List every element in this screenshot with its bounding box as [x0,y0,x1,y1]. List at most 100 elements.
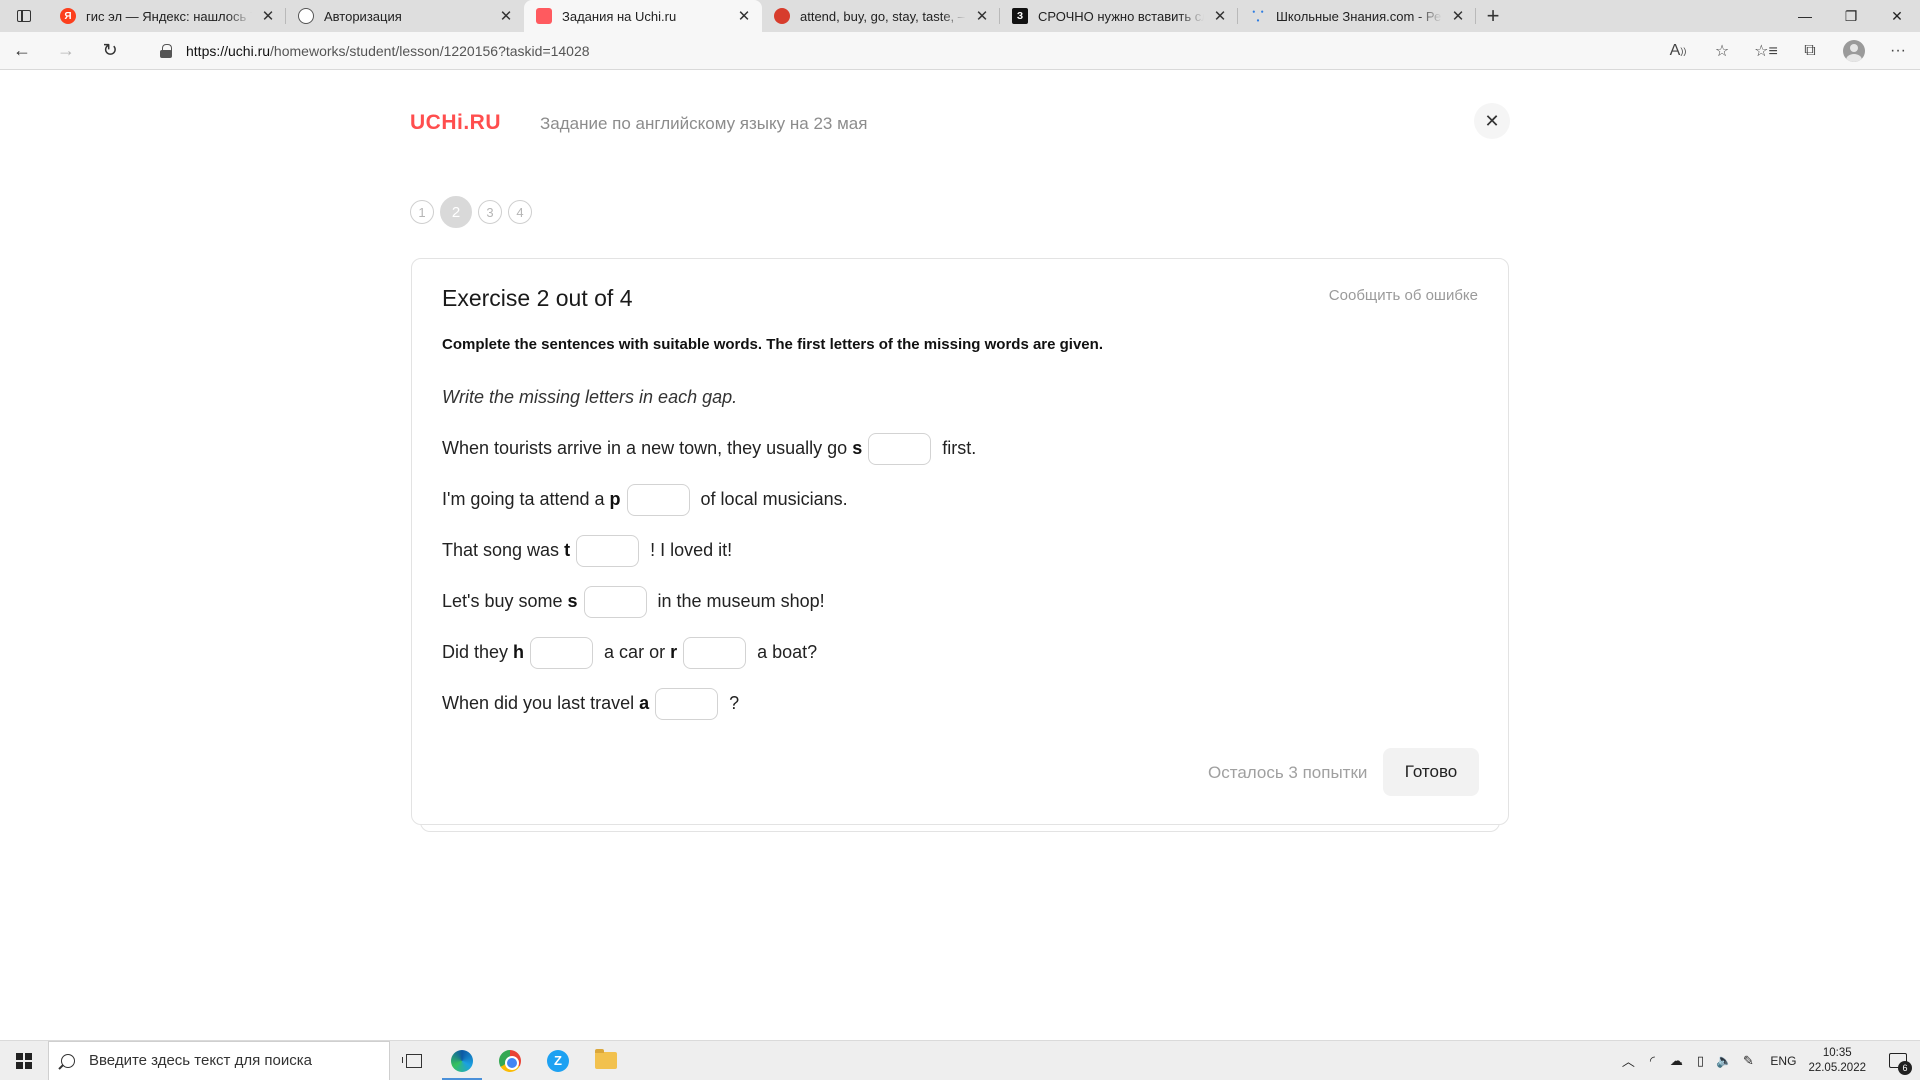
tab-actions-button[interactable] [0,0,48,32]
taskbar-search[interactable]: Введите здесь текст для поиска [48,1040,390,1080]
gap-input-5a[interactable] [530,636,594,669]
tab-title: Авторизация [324,8,402,24]
task-view-icon [402,1053,422,1068]
znanija-favicon-icon: З [1012,8,1028,24]
avatar [1843,40,1865,62]
tab-close-icon[interactable]: ✕ [260,8,276,25]
start-button[interactable] [0,1041,48,1080]
chrome-taskbar-button[interactable] [486,1041,534,1080]
restore-icon[interactable]: ❐ [1828,0,1874,32]
battery-icon[interactable]: ▯ [1688,1053,1712,1069]
browser-tab[interactable]: Авторизация ✕ [286,0,524,32]
browser-tab[interactable]: ⸪ Школьные Знания.com - Решае ✕ [1238,0,1476,32]
given-letter: s [852,438,863,458]
pen-icon[interactable]: ✎ [1736,1053,1760,1069]
lesson-title: Задание по английскому языку на 23 мая [540,114,868,133]
step-4[interactable]: 4 [508,200,532,224]
windows-taskbar: Введите здесь текст для поиска Z ︿ ◜ ☁ ▯… [0,1040,1920,1080]
favorites-icon[interactable]: ☆≡ [1744,32,1788,70]
reload-button[interactable]: ↻ [88,32,132,70]
explorer-taskbar-button[interactable] [582,1041,630,1080]
tab-close-icon[interactable]: ✕ [736,8,752,25]
gap-input-2[interactable] [626,483,690,516]
sentence-text: first. [937,438,977,458]
tab-close-icon[interactable]: ✕ [498,8,514,25]
taskbar-search-placeholder: Введите здесь текст для поиска [89,1052,312,1069]
sentence-list: When tourists arrive in a new town, they… [442,423,976,729]
exercise-stepper: 1 2 3 4 [410,196,532,228]
back-button[interactable]: ← [0,32,44,70]
gap-input-1[interactable] [868,432,932,465]
sentence-6: When did you last travel a ? [442,678,976,729]
attempts-remaining: Осталось 3 попытки [1208,763,1368,782]
tab-close-icon[interactable]: ✕ [974,8,990,25]
clock[interactable]: 10:35 22.05.2022 [1808,1046,1866,1076]
gap-input-5b[interactable] [683,636,747,669]
step-2-current[interactable]: 2 [440,196,472,228]
uchi-logo[interactable]: UCHi.RU [410,111,501,135]
browser-tab-active[interactable]: Задания на Uchi.ru ✕ [524,0,762,32]
volume-icon[interactable]: 🔈 [1712,1053,1736,1069]
zoom-icon: Z [547,1049,569,1072]
url-host: https://uchi.ru [186,43,271,59]
language-indicator[interactable]: ENG [1770,1054,1796,1068]
add-favorite-icon[interactable]: ☆ [1700,32,1744,70]
edge-taskbar-button[interactable] [438,1041,486,1080]
step-1[interactable]: 1 [410,200,434,224]
folder-icon [595,1049,617,1069]
chevron-up-icon[interactable]: ︿ [1616,1051,1640,1070]
forward-button[interactable]: → [44,32,88,70]
uchi-favicon-icon [536,8,552,24]
close-window-icon[interactable]: ✕ [1874,0,1920,32]
toolbar-right: A)) ☆ ☆≡ ⧉ ··· [1656,32,1920,70]
network-icon[interactable]: ◜ [1640,1053,1664,1069]
browser-tab[interactable]: З СРОЧНО нужно вставить слова ✕ [1000,0,1238,32]
notification-count: 6 [1898,1060,1912,1075]
sentence-4: Let's buy some s in the museum shop! [442,576,976,627]
more-menu-icon[interactable]: ··· [1876,32,1920,70]
given-letter: t [564,540,571,560]
given-letter: r [670,642,678,662]
browser-tab[interactable]: Я гис эл — Яндекс: нашлось 7 млн ✕ [48,0,286,32]
sentence-3: That song was t ! I loved it! [442,525,976,576]
minimize-icon[interactable]: — [1782,0,1828,32]
exercise-instruction: Complete the sentences with suitable wor… [442,336,1103,353]
given-letter: a [639,693,650,713]
system-tray: ︿ ◜ ☁ ▯ 🔈 ✎ ENG 10:35 22.05.2022 6 [1616,1041,1920,1080]
tab-close-icon[interactable]: ✕ [1450,8,1466,25]
tab-close-icon[interactable]: ✕ [1212,8,1228,25]
sentence-text: ! I loved it! [645,540,733,560]
url-path: /homeworks/student/lesson/1220156?taskid… [270,43,590,59]
close-lesson-button[interactable]: ✕ [1474,103,1510,139]
gap-input-6[interactable] [655,687,719,720]
sentence-text: That song was [442,540,565,560]
report-error-link[interactable]: Сообщить об ошибке [1329,287,1478,304]
gap-input-3[interactable] [576,534,640,567]
sentence-1: When tourists arrive in a new town, they… [442,423,976,474]
site-favicon-icon [774,8,790,24]
tab-title: СРОЧНО нужно вставить слова [1038,8,1204,24]
done-button[interactable]: Готово [1383,748,1479,796]
sentence-text: a car or [599,642,671,662]
tab-title: Школьные Знания.com - Решае [1276,8,1442,24]
read-aloud-icon[interactable]: A)) [1656,32,1700,70]
browser-tab-strip: Я гис эл — Яндекс: нашлось 7 млн ✕ Автор… [0,0,1920,32]
tab-title: гис эл — Яндекс: нашлось 7 млн [86,8,252,24]
cloud-icon[interactable]: ☁ [1664,1053,1688,1069]
collections-icon[interactable]: ⧉ [1788,32,1832,70]
gap-input-4[interactable] [583,585,647,618]
step-3[interactable]: 3 [478,200,502,224]
profile-button[interactable] [1832,32,1876,70]
close-icon: ✕ [1484,110,1500,131]
sentence-text: of local musicians. [695,489,848,509]
window-controls: — ❐ ✕ [1782,0,1920,32]
exercise-title: Exercise 2 out of 4 [442,285,633,311]
sentence-text: in the museum shop! [652,591,825,611]
task-view-button[interactable] [390,1041,438,1080]
exercise-hint: Write the missing letters in each gap. [442,387,738,407]
new-tab-button[interactable]: + [1476,0,1510,32]
address-bar[interactable]: https://uchi.ru/homeworks/student/lesson… [148,36,1660,66]
notifications-button[interactable]: 6 [1876,1041,1920,1080]
browser-tab[interactable]: attend, buy, go, stay, taste, – Янд ✕ [762,0,1000,32]
zoom-taskbar-button[interactable]: Z [534,1041,582,1080]
